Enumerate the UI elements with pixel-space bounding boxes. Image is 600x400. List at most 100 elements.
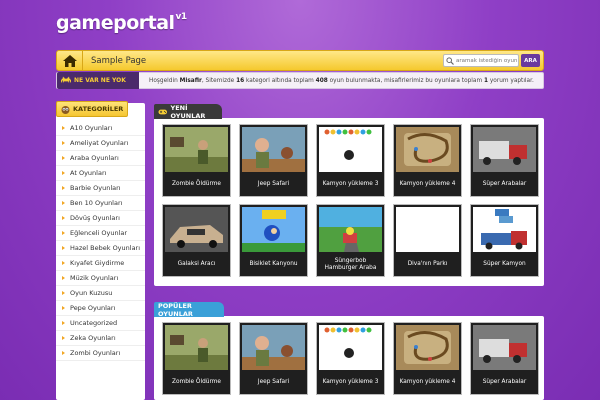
bullet-arrow-icon <box>62 126 65 130</box>
logo-version: v1 <box>175 11 188 22</box>
popular-games-grid: Zombie Öldürme Jeep Safari Kamyon yükleme … <box>162 322 539 395</box>
info-ticker: NE VAR NE YOK Hoşgeldin Misafir, Sitemiz… <box>56 72 544 89</box>
category-item[interactable]: Müzik Oyunları <box>56 271 145 286</box>
game-title[interactable]: Jeep Safari <box>240 371 307 394</box>
game-thumbnail[interactable] <box>473 325 536 370</box>
game-thumbnail-image <box>165 325 228 370</box>
game-thumbnail-image <box>319 127 382 172</box>
game-title[interactable]: Diva'nın Parkı <box>394 253 461 276</box>
category-item[interactable]: Kıyafet Giydirme <box>56 256 145 271</box>
game-card[interactable]: Zombie Öldürme <box>162 124 231 197</box>
site-logo[interactable]: gameportalv1 <box>56 12 187 34</box>
game-thumbnail-image <box>396 325 459 370</box>
category-label: Ben 10 Oyunları <box>70 199 123 207</box>
category-label: Müzik Oyunları <box>70 274 119 282</box>
game-title[interactable]: Kamyon yükleme 3 <box>317 173 384 196</box>
ticker-part: Hoşgeldin <box>149 77 180 84</box>
category-item[interactable]: Dövüş Oyunları <box>56 211 145 226</box>
game-thumbnail[interactable] <box>473 127 536 172</box>
game-title[interactable]: Zombie Öldürme <box>163 371 230 394</box>
game-thumbnail[interactable] <box>319 325 382 370</box>
game-card[interactable]: Süper Kamyon <box>470 204 539 277</box>
game-thumbnail[interactable] <box>165 207 228 252</box>
category-item[interactable]: Araba Oyunları <box>56 151 145 166</box>
game-thumbnail[interactable] <box>242 325 305 370</box>
bullet-arrow-icon <box>62 141 65 145</box>
search-input[interactable] <box>456 57 518 64</box>
game-card[interactable]: Süngerbob Hamburger Araba <box>316 204 385 277</box>
game-thumbnail[interactable] <box>473 207 536 252</box>
ticker-category-count: 16 <box>236 77 245 84</box>
new-games-title: YENİ OYUNLAR <box>170 103 206 120</box>
category-label: Oyun Kuzusu <box>70 289 113 297</box>
category-label: Kıyafet Giydirme <box>70 259 125 267</box>
category-item[interactable]: At Oyunları <box>56 166 145 181</box>
gamepad-icon <box>158 109 168 114</box>
category-label: Araba Oyunları <box>70 154 119 162</box>
game-thumbnail-image <box>242 207 305 252</box>
home-button[interactable] <box>57 51 83 70</box>
game-title[interactable]: Galaksi Aracı <box>163 253 230 276</box>
category-item[interactable]: Hazel Bebek Oyunları <box>56 241 145 256</box>
game-title[interactable]: Süper Arabalar <box>471 371 538 394</box>
bullet-arrow-icon <box>62 201 65 205</box>
game-thumbnail[interactable] <box>319 207 382 252</box>
category-item[interactable]: Uncategorized <box>56 316 145 331</box>
game-card[interactable]: Süper Arabalar <box>470 322 539 395</box>
category-label: A10 Oyunları <box>70 124 113 132</box>
search-button[interactable]: ARA <box>521 54 540 67</box>
bullet-arrow-icon <box>62 261 65 265</box>
category-item[interactable]: Zombi Oyunları <box>56 346 145 361</box>
game-title[interactable]: Süngerbob Hamburger Araba <box>317 253 384 276</box>
game-card[interactable]: Süper Arabalar <box>470 124 539 197</box>
game-title[interactable]: Kamyon yükleme 3 <box>317 371 384 394</box>
game-thumbnail[interactable] <box>165 127 228 172</box>
bullet-arrow-icon <box>62 321 65 325</box>
game-thumbnail[interactable] <box>319 127 382 172</box>
game-title[interactable]: Süper Arabalar <box>471 173 538 196</box>
home-icon <box>62 54 77 67</box>
game-thumbnail[interactable] <box>242 207 305 252</box>
game-title[interactable]: Jeep Safari <box>240 173 307 196</box>
new-games-panel: Zombie Öldürme Jeep Safari Kamyon yükleme … <box>154 118 544 286</box>
ticker-part: kategori altında toplam <box>244 77 316 84</box>
category-item[interactable]: Oyun Kuzusu <box>56 286 145 301</box>
game-title[interactable]: Süper Kamyon <box>471 253 538 276</box>
game-thumbnail[interactable] <box>396 325 459 370</box>
category-item[interactable]: Eğlenceli Oyunlar <box>56 226 145 241</box>
category-item[interactable]: A10 Oyunları <box>56 121 145 136</box>
game-card[interactable]: Bisiklet Kanyonu <box>239 204 308 277</box>
game-title[interactable]: Bisiklet Kanyonu <box>240 253 307 276</box>
game-card[interactable]: Jeep Safari <box>239 322 308 395</box>
game-thumbnail[interactable] <box>242 127 305 172</box>
game-card[interactable]: Kamyon yükleme 4 <box>393 124 462 197</box>
game-title[interactable]: Zombie Öldürme <box>163 173 230 196</box>
game-card[interactable]: Jeep Safari <box>239 124 308 197</box>
bullet-arrow-icon <box>62 291 65 295</box>
game-thumbnail[interactable] <box>396 127 459 172</box>
game-card[interactable]: Galaksi Aracı <box>162 204 231 277</box>
game-thumbnail[interactable] <box>396 207 459 252</box>
game-card[interactable]: Kamyon yükleme 4 <box>393 322 462 395</box>
category-item[interactable]: Ameliyat Oyunları <box>56 136 145 151</box>
category-label: Zombi Oyunları <box>70 349 121 357</box>
game-card[interactable]: Diva'nın Parkı <box>393 204 462 277</box>
bullet-arrow-icon <box>62 336 65 340</box>
category-item[interactable]: Barbie Oyunları <box>56 181 145 196</box>
popular-games-panel: Zombie Öldürme Jeep Safari Kamyon yükleme … <box>154 316 544 400</box>
category-item[interactable]: Ben 10 Oyunları <box>56 196 145 211</box>
category-item[interactable]: Pepe Oyunları <box>56 301 145 316</box>
category-item[interactable]: Zeka Oyunları <box>56 331 145 346</box>
game-title[interactable]: Kamyon yükleme 4 <box>394 173 461 196</box>
game-thumbnail-image <box>396 127 459 172</box>
ticker-part: oyun bulunmakta, misafirlerimiz bu oyunl… <box>327 77 484 84</box>
nav-link-sample-page[interactable]: Sample Page <box>83 56 146 66</box>
main-nav: Sample Page ARA <box>56 50 544 71</box>
category-label: Barbie Oyunları <box>70 184 121 192</box>
popular-games-header: POPÜLER OYUNLAR <box>154 302 224 318</box>
game-card[interactable]: Kamyon yükleme 3 <box>316 124 385 197</box>
game-thumbnail[interactable] <box>165 325 228 370</box>
game-title[interactable]: Kamyon yükleme 4 <box>394 371 461 394</box>
game-card[interactable]: Kamyon yükleme 3 <box>316 322 385 395</box>
game-card[interactable]: Zombie Öldürme <box>162 322 231 395</box>
